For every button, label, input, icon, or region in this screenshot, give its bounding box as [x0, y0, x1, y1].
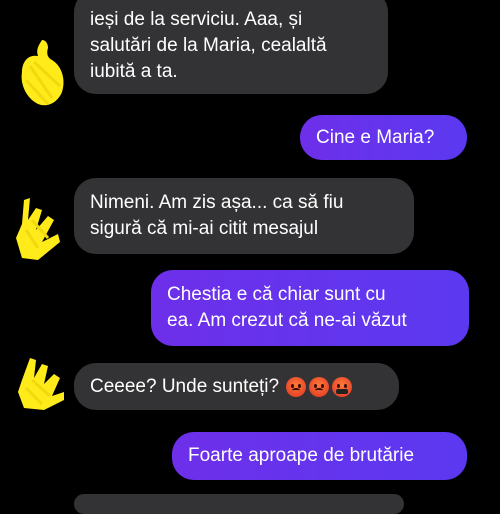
message-text-line: Nimeni. Am zis așa... ca să fiu	[90, 192, 344, 213]
message-text-line: Chestia e că chiar sunt cu	[167, 284, 386, 305]
message-text-line: salutări de la Maria, cealaltă	[90, 35, 327, 56]
message-bubble-outgoing[interactable]: Cine e Maria?	[300, 115, 467, 160]
emoji-reactions	[283, 376, 353, 397]
angry-face-icon	[309, 376, 330, 397]
sender-avatar-censored-icon[interactable]	[10, 352, 70, 414]
sender-avatar-censored-icon[interactable]	[8, 190, 70, 264]
message-bubble-outgoing[interactable]: Chestia e că chiar sunt cu ea. Am crezut…	[151, 270, 469, 346]
message-text-line: iubită a ta.	[90, 61, 178, 82]
message-bubble-incoming[interactable]: ieși de la serviciu. Aaa, și salutări de…	[74, 0, 388, 94]
message-text-line: sigură că mi-ai citit mesajul	[90, 218, 319, 239]
angry-face-icon	[286, 376, 307, 397]
message-bubble-incoming-partial[interactable]	[74, 494, 404, 514]
message-text: Foarte aproape de brutărie	[188, 445, 415, 466]
message-bubble-incoming[interactable]: Ceeee? Unde sunteți?	[74, 363, 399, 410]
message-text: Cine e Maria?	[316, 126, 435, 148]
cursing-face-icon	[332, 376, 353, 397]
message-text-line: ea. Am crezut că ne-ai văzut	[167, 310, 407, 331]
sender-avatar-censored-icon[interactable]	[12, 36, 72, 110]
chat-thread: ieși de la serviciu. Aaa, și salutări de…	[0, 0, 500, 514]
message-bubble-incoming[interactable]: Nimeni. Am zis așa... ca să fiu sigură c…	[74, 178, 414, 254]
message-text: Ceeee? Unde sunteți?	[90, 375, 280, 397]
message-bubble-outgoing[interactable]: Foarte aproape de brutărie	[172, 432, 467, 480]
message-text-line: ieși de la serviciu. Aaa, și	[90, 9, 303, 30]
